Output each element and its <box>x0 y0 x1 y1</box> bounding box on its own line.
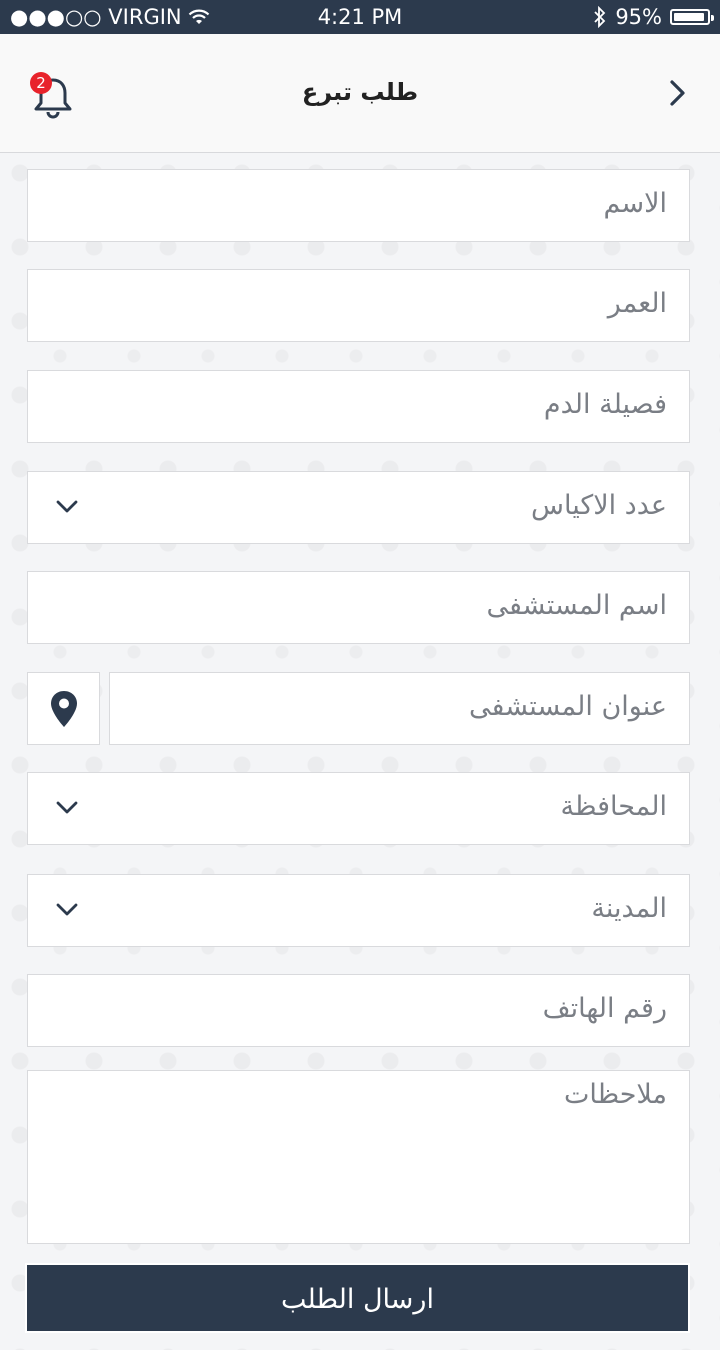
hospital-name-placeholder: اسم المستشفى <box>486 590 668 621</box>
page-title: طلب تبرع <box>301 78 419 106</box>
submit-request-button[interactable]: ارسال الطلب <box>25 1263 690 1333</box>
bags-count-placeholder: عدد الاكياس <box>531 490 667 521</box>
governorate-placeholder: المحافظة <box>560 791 667 822</box>
nav-bar: 2 طلب تبرع <box>0 34 720 153</box>
age-placeholder: العمر <box>607 288 667 319</box>
city-select[interactable]: المدينة <box>27 874 690 947</box>
hospital-address-field[interactable]: عنوان المستشفى <box>109 672 690 745</box>
chevron-down-icon <box>56 500 78 513</box>
blood-type-field[interactable]: فصيلة الدم <box>27 370 690 443</box>
bluetooth-icon <box>594 6 606 28</box>
notes-textarea[interactable]: ملاحظات <box>27 1070 690 1244</box>
age-field[interactable]: العمر <box>27 269 690 342</box>
city-placeholder: المدينة <box>591 893 667 924</box>
phone-placeholder: رقم الهاتف <box>542 993 667 1024</box>
hospital-address-placeholder: عنوان المستشفى <box>469 691 667 722</box>
phone-field[interactable]: رقم الهاتف <box>27 974 690 1047</box>
name-placeholder: الاسم <box>603 188 668 219</box>
battery-icon <box>670 9 714 25</box>
notes-placeholder: ملاحظات <box>563 1079 667 1110</box>
battery-cap <box>711 15 714 21</box>
blood-type-placeholder: فصيلة الدم <box>543 389 667 420</box>
back-chevron-icon[interactable] <box>666 78 690 108</box>
form-area: الاسم العمر فصيلة الدم عدد الاكياس اسم ا… <box>0 153 720 1350</box>
chevron-down-icon <box>56 801 78 814</box>
battery-group: 95% <box>593 5 714 29</box>
chevron-down-icon <box>56 903 78 916</box>
bags-count-select[interactable]: عدد الاكياس <box>27 471 690 544</box>
hospital-name-field[interactable]: اسم المستشفى <box>27 571 690 644</box>
governorate-select[interactable]: المحافظة <box>27 772 690 845</box>
location-pin-button[interactable] <box>27 672 100 745</box>
battery-level <box>674 13 705 21</box>
map-pin-icon <box>51 691 77 727</box>
status-bar: ●●●○○ VIRGIN 4:21 PM 95% <box>0 0 720 34</box>
battery-percent: 95% <box>615 5 662 29</box>
name-field[interactable]: الاسم <box>27 169 690 242</box>
